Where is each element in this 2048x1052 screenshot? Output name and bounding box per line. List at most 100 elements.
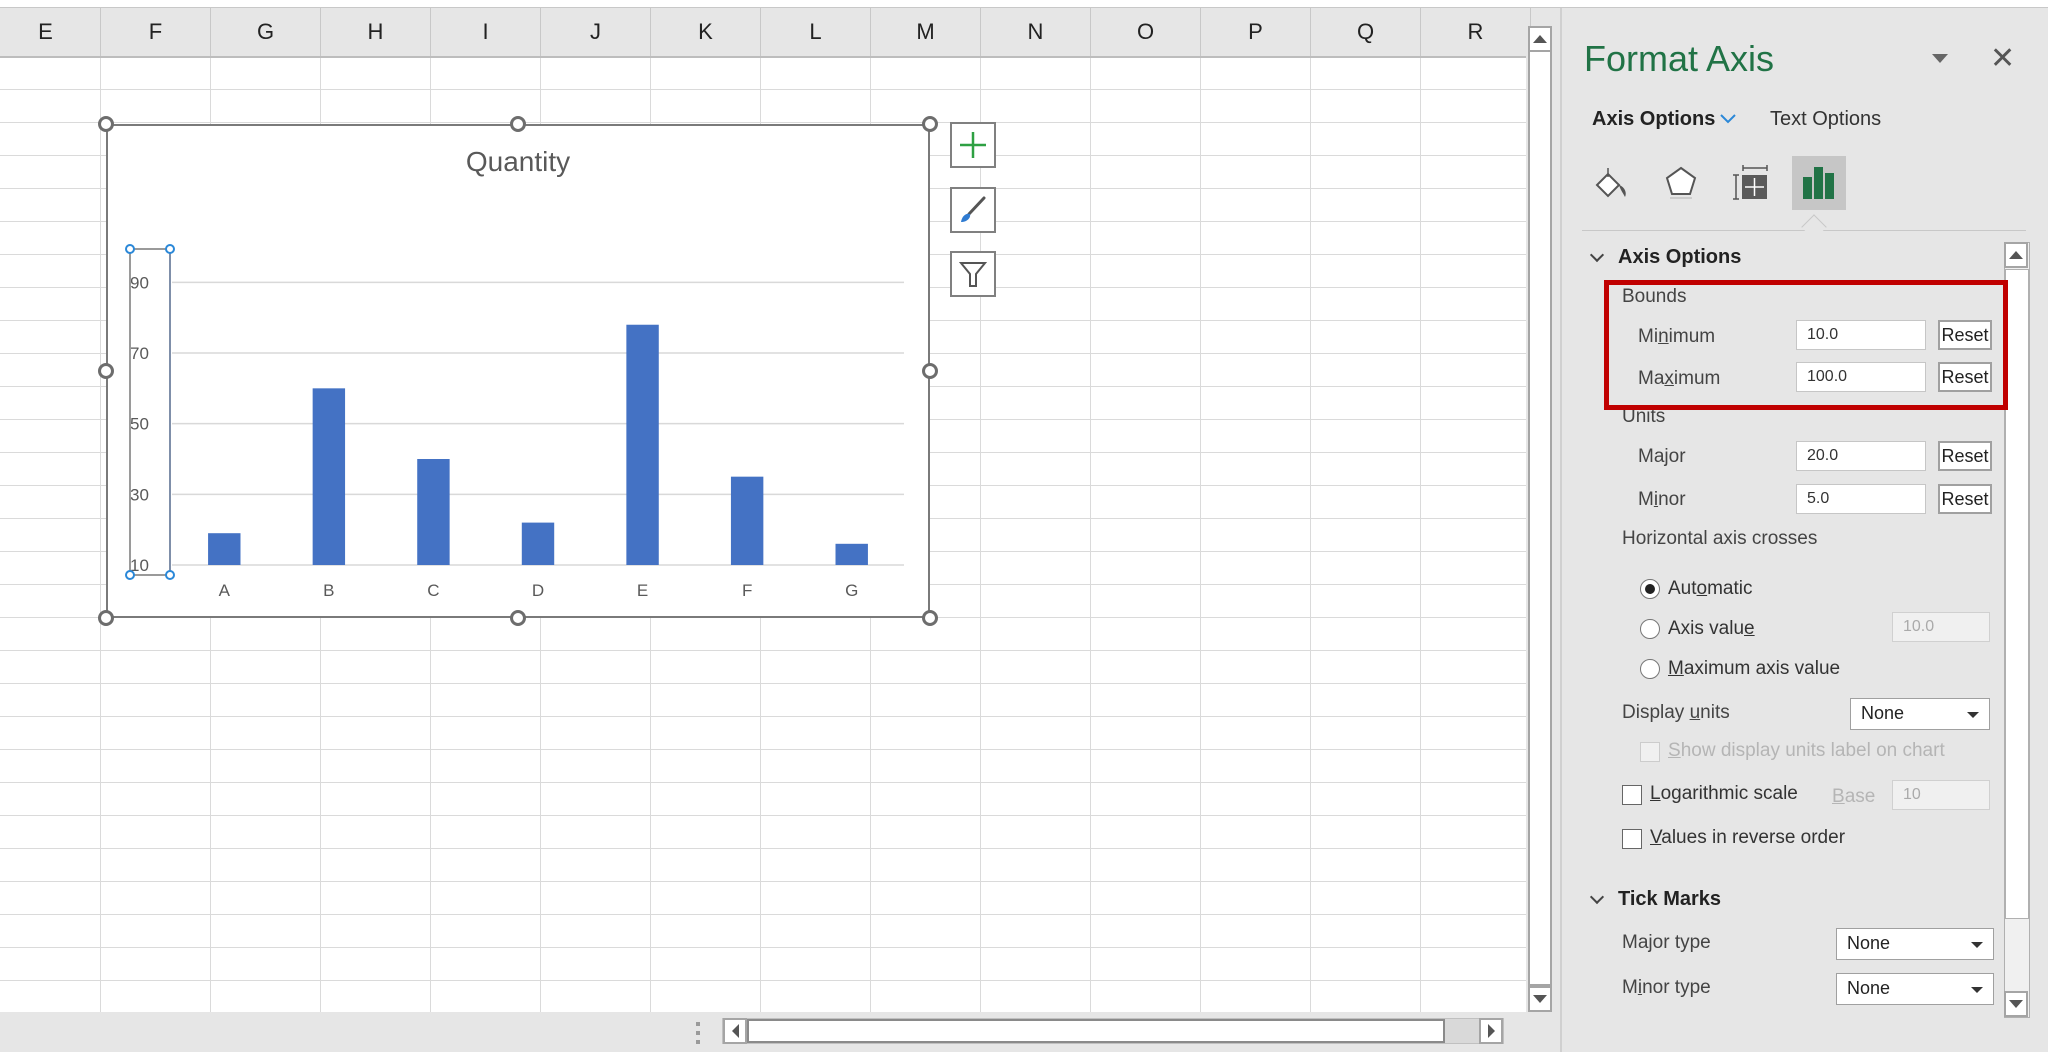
display-units-label: Display units	[1622, 702, 1730, 723]
column-header-f[interactable]: F	[101, 8, 211, 56]
vertical-axis-selection[interactable]	[129, 248, 171, 576]
logarithmic-scale-checkbox[interactable]	[1622, 785, 1642, 805]
column-header-k[interactable]: K	[651, 8, 761, 56]
axis-selection-handle	[125, 570, 135, 580]
effects-tab[interactable]	[1654, 156, 1708, 210]
column-gridline	[1310, 58, 1311, 1012]
chart-styles-button[interactable]	[950, 187, 996, 233]
chart-resize-handle-mr[interactable]	[922, 363, 938, 379]
radio-maximum-axis-value-label[interactable]: Maximum axis value	[1668, 658, 1840, 680]
bar-e[interactable]	[626, 324, 659, 565]
values-reverse-order-checkbox[interactable]	[1622, 829, 1642, 849]
tab-axis-options[interactable]: Axis Options	[1592, 108, 1715, 131]
pane-scroll-thumb[interactable]	[2005, 269, 2029, 919]
horizontal-scroll-thumb[interactable]	[747, 1019, 1445, 1043]
column-header-q[interactable]: Q	[1311, 8, 1421, 56]
column-header-h[interactable]: H	[321, 8, 431, 56]
axis-selection-handle	[165, 570, 175, 580]
column-header-j[interactable]: J	[541, 8, 651, 56]
logarithmic-scale-label[interactable]: Logarithmic scale	[1650, 783, 1798, 805]
filter-icon	[958, 262, 988, 287]
row-gridline	[0, 716, 1526, 717]
radio-axis-value-label[interactable]: Axis value	[1668, 618, 1755, 640]
radio-automatic-label[interactable]: Automatic	[1668, 578, 1753, 600]
tab-split-grip[interactable]	[696, 1022, 702, 1044]
bar-b[interactable]	[312, 388, 346, 565]
pentagon-icon	[1665, 166, 1697, 199]
column-header-g[interactable]: G	[211, 8, 321, 56]
major-type-select[interactable]: None	[1836, 928, 1994, 960]
row-gridline	[0, 848, 1526, 849]
chart-resize-handle-tr[interactable]	[922, 116, 938, 132]
sheet-vertical-scrollbar[interactable]	[1526, 26, 1552, 1012]
pane-options-dropdown-icon[interactable]	[1932, 54, 1948, 63]
tab-text-options[interactable]: Text Options	[1770, 108, 1881, 131]
minor-reset-button[interactable]: Reset	[1938, 484, 1992, 514]
column-header-p[interactable]: P	[1201, 8, 1311, 56]
column-header-l[interactable]: L	[761, 8, 871, 56]
scroll-left-button[interactable]	[723, 1018, 747, 1044]
scroll-up-button[interactable]	[1528, 26, 1552, 52]
minor-unit-input[interactable]	[1796, 484, 1926, 514]
chart-elements-button[interactable]	[950, 122, 996, 168]
fill-line-tab[interactable]	[1584, 156, 1638, 210]
row-gridline	[0, 782, 1526, 783]
chart-resize-handle-bc[interactable]	[510, 610, 526, 626]
chart-resize-handle-tc[interactable]	[510, 116, 526, 132]
column-header-o[interactable]: O	[1091, 8, 1201, 56]
column-header-i[interactable]: I	[431, 8, 541, 56]
major-type-value: None	[1847, 933, 1891, 953]
plot-area[interactable]: 1030507090A B C D E F G	[108, 126, 932, 620]
chart-resize-handle-tl[interactable]	[98, 116, 114, 132]
chevron-down-icon[interactable]	[1718, 112, 1738, 126]
x-tick-label: E	[637, 581, 648, 600]
close-icon[interactable]: ✕	[1990, 44, 2015, 74]
plus-icon	[960, 132, 986, 158]
sheet-horizontal-scrollbar[interactable]	[722, 1018, 1504, 1044]
bar-g[interactable]	[835, 543, 868, 565]
bar-c[interactable]	[417, 459, 450, 565]
major-reset-button[interactable]: Reset	[1938, 441, 1992, 471]
scroll-right-button[interactable]	[1479, 1018, 1503, 1044]
chart-resize-handle-ml[interactable]	[98, 363, 114, 379]
bar-a[interactable]	[208, 533, 241, 565]
bar-f[interactable]	[730, 476, 764, 565]
axis-value-input[interactable]	[1892, 612, 1990, 642]
x-tick-label: D	[532, 581, 544, 600]
show-units-label-checkbox[interactable]	[1640, 742, 1660, 762]
row-gridline	[0, 122, 1526, 123]
chart-resize-handle-bl[interactable]	[98, 610, 114, 626]
column-header-e[interactable]: E	[0, 8, 101, 56]
axis-selection-handle	[165, 244, 175, 254]
scroll-down-button[interactable]	[1528, 986, 1552, 1012]
column-gridline	[1420, 58, 1421, 1012]
radio-maximum-axis-value[interactable]	[1640, 659, 1660, 679]
major-unit-input[interactable]	[1796, 441, 1926, 471]
bar-d[interactable]	[521, 522, 555, 565]
chevron-down-icon	[1589, 889, 1605, 904]
section-tick-marks-header[interactable]: Tick Marks	[1589, 888, 1721, 911]
top-strip	[0, 0, 2048, 8]
column-header-n[interactable]: N	[981, 8, 1091, 56]
values-reverse-order-label[interactable]: Values in reverse order	[1650, 827, 1845, 849]
axis-options-tab[interactable]	[1792, 156, 1846, 210]
active-tab-indicator	[1801, 214, 1827, 240]
minor-type-select[interactable]: None	[1836, 973, 1994, 1005]
chart-filters-button[interactable]	[950, 251, 996, 297]
radio-axis-value[interactable]	[1640, 619, 1660, 639]
display-units-select[interactable]: None	[1850, 698, 1990, 730]
column-header-r[interactable]: R	[1421, 8, 1531, 56]
row-gridline	[0, 947, 1526, 948]
pane-scroll-up-button[interactable]	[2004, 242, 2028, 268]
bar-chart-icon	[1803, 167, 1834, 199]
column-gridline	[1200, 58, 1201, 1012]
chart-area[interactable]: Quantity 10 30 50 70 90 A B C D E F G	[106, 124, 930, 618]
log-base-input[interactable]	[1892, 780, 1990, 810]
pane-scroll-down-button[interactable]	[2004, 991, 2028, 1017]
size-properties-tab[interactable]	[1724, 156, 1778, 210]
column-header-m[interactable]: M	[871, 8, 981, 56]
chart-resize-handle-br[interactable]	[922, 610, 938, 626]
sheet-vertical-scroll-track[interactable]	[1528, 26, 1552, 986]
section-axis-options-header[interactable]: Axis Options	[1589, 246, 1741, 269]
radio-automatic[interactable]	[1640, 579, 1660, 599]
